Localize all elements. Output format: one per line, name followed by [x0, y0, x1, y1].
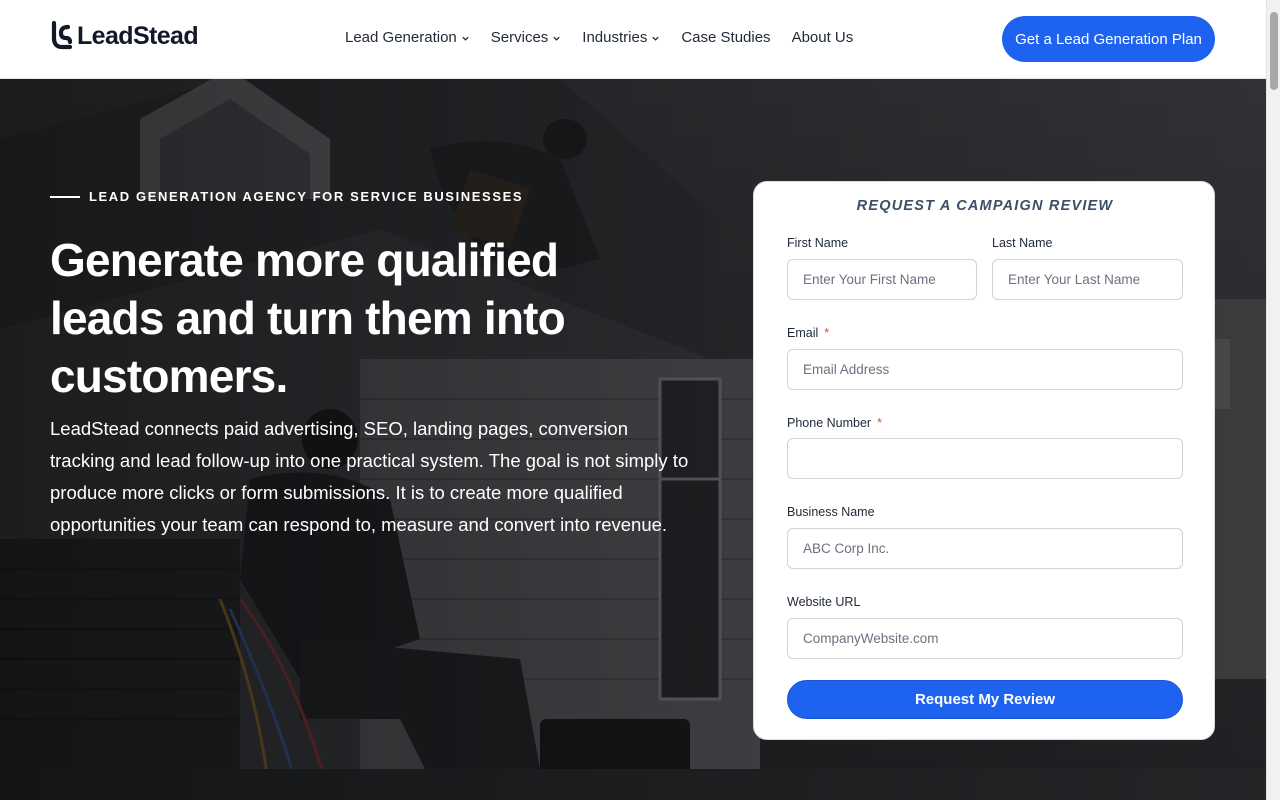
nav-item-lead-generation[interactable]: Lead Generation [345, 29, 470, 46]
website-url-label: Website URL [787, 595, 861, 609]
website-url-field[interactable] [787, 618, 1183, 659]
nav-item-label: Case Studies [681, 29, 771, 46]
nav-item-about-us[interactable]: About Us [792, 29, 854, 46]
hero-headline: Generate more qualified leads and turn t… [50, 234, 566, 402]
business-name-label: Business Name [787, 505, 875, 519]
hero-section: LEAD GENERATION AGENCY FOR SERVICE BUSIN… [0, 79, 1266, 800]
request-review-button[interactable]: Request My Review [787, 680, 1183, 719]
eyebrow-divider [50, 195, 80, 198]
phone-field[interactable] [787, 438, 1183, 479]
logo[interactable]: LeadStead [50, 20, 199, 52]
phone-label-row: Phone Number * [787, 416, 882, 430]
chevron-down-icon [553, 36, 560, 41]
campaign-review-form: REQUEST A CAMPAIGN REVIEW First Name Las… [753, 181, 1215, 740]
chevron-down-icon [462, 36, 469, 41]
page-scrollbar[interactable] [1266, 0, 1280, 800]
first-name-field[interactable] [787, 259, 977, 300]
form-title: REQUEST A CAMPAIGN REVIEW [856, 198, 1114, 214]
leadstead-logo-icon [51, 21, 73, 50]
required-marker: * [877, 416, 882, 430]
nav-item-case-studies[interactable]: Case Studies [681, 29, 770, 46]
first-name-label: First Name [787, 236, 849, 250]
scrollbar-thumb[interactable] [1270, 12, 1278, 90]
nav-item-services[interactable]: Services [491, 29, 562, 46]
logo-wordmark: LeadStead [77, 21, 199, 50]
business-name-field[interactable] [787, 528, 1183, 569]
required-marker: * [824, 326, 830, 340]
phone-label: Phone Number [787, 416, 872, 430]
site-header: LeadStead Lead Generation Services Indus… [0, 0, 1266, 79]
nav-item-label: About Us [791, 29, 854, 46]
last-name-label: Last Name [992, 236, 1053, 250]
hero-description: LeadStead connects paid advertising, SEO… [50, 418, 689, 535]
email-field[interactable] [787, 349, 1183, 390]
eyebrow-text: LEAD GENERATION AGENCY FOR SERVICE BUSIN… [89, 189, 524, 204]
nav-item-label: Services [490, 29, 549, 46]
last-name-field[interactable] [992, 259, 1183, 300]
lead-generation-plan-button[interactable]: Get a Lead Generation Plan [1002, 16, 1215, 62]
hero-eyebrow: LEAD GENERATION AGENCY FOR SERVICE BUSIN… [50, 189, 523, 204]
nav-item-industries[interactable]: Industries [582, 29, 660, 46]
chevron-down-icon [652, 36, 659, 41]
email-label-row: Email * [787, 326, 829, 340]
nav-item-label: Lead Generation [345, 29, 457, 46]
nav-item-label: Industries [582, 29, 648, 46]
main-nav: Lead Generation Services Industries Case… [345, 29, 874, 46]
email-label: Email [787, 326, 819, 340]
